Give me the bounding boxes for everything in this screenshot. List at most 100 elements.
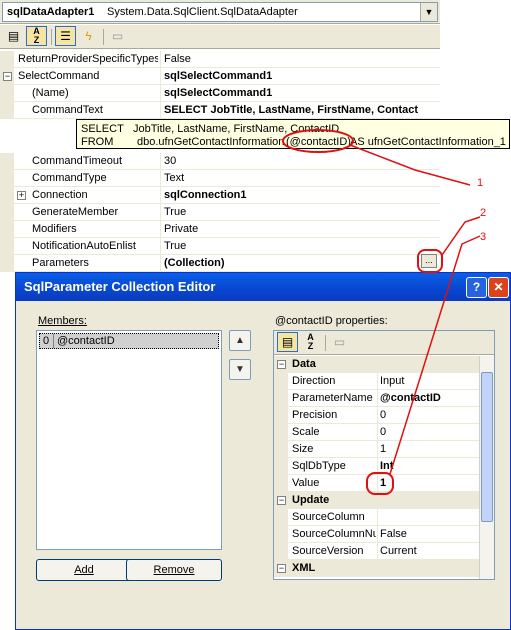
properties-icon[interactable]: ☰ (55, 26, 76, 46)
property-value[interactable]: 30 (164, 155, 438, 167)
property-category[interactable]: − Data (274, 356, 479, 373)
property-pages-icon[interactable]: ▭ (329, 332, 350, 352)
property-name: CommandType (32, 172, 107, 184)
property-row[interactable]: SourceColumn (274, 509, 479, 526)
property-name: CommandTimeout (32, 155, 123, 167)
help-button[interactable]: ? (466, 277, 487, 298)
annotation-label-1: 1 (477, 177, 483, 189)
property-name: ReturnProviderSpecificTypes (18, 53, 158, 65)
property-value[interactable]: Current (380, 545, 478, 557)
property-value[interactable]: SELECT JobTitle, LastName, FirstName, Co… (164, 104, 438, 116)
property-row[interactable]: NotificationAutoEnlist True (0, 238, 440, 255)
property-row[interactable]: Size 1 (274, 441, 479, 458)
callout-line-2 (441, 216, 481, 256)
list-item[interactable]: 0 @contactID (39, 333, 219, 349)
object-selector-bar: sqlDataAdapter1 System.Data.SqlClient.Sq… (0, 0, 440, 24)
property-value[interactable]: (Collection) (164, 257, 438, 269)
property-row[interactable]: ReturnProviderSpecificTypes False (0, 51, 440, 68)
chevron-down-icon[interactable]: ▼ (420, 3, 437, 21)
add-button[interactable]: Add (36, 559, 132, 581)
property-grid-toolbar: ▤ AZ ▭ (274, 331, 494, 355)
collapse-icon[interactable]: − (277, 564, 286, 573)
members-list[interactable]: 0 @contactID (36, 330, 222, 550)
property-name: SourceColumn (292, 511, 365, 523)
property-row[interactable]: Scale 0 (274, 424, 479, 441)
categorized-icon[interactable]: ▤ (3, 26, 24, 46)
property-name: CommandText (32, 104, 103, 116)
annotation-label-2: 2 (480, 207, 486, 219)
property-row[interactable]: ParameterName @contactID (274, 390, 479, 407)
scrollbar[interactable] (479, 356, 494, 579)
collapse-icon[interactable]: − (3, 72, 12, 81)
move-up-button[interactable]: ▲ (229, 330, 251, 351)
property-row[interactable]: SourceVersion Current (274, 543, 479, 560)
property-value[interactable]: True (164, 206, 438, 218)
property-row-parameters[interactable]: Parameters (Collection) (0, 255, 440, 272)
category-name: XML (292, 562, 316, 574)
property-name: SourceColumnNul (292, 528, 376, 540)
command-text-tooltip: SELECT JobTitle, LastName, FirstName, Co… (76, 119, 510, 149)
property-row[interactable]: Modifiers Private (0, 221, 440, 238)
property-name: GenerateMember (32, 206, 119, 218)
sql-keyword-select: SELECT (81, 123, 124, 135)
expand-icon[interactable]: + (17, 191, 26, 200)
property-row[interactable]: + Connection sqlConnection1 (0, 187, 440, 204)
property-value[interactable]: sqlConnection1 (164, 189, 438, 201)
property-name: Size (292, 443, 314, 455)
sql-select-columns: JobTitle, LastName, FirstName, ContactID (133, 123, 340, 135)
property-value[interactable]: 0 (380, 426, 478, 438)
events-icon[interactable]: ϟ (78, 26, 99, 46)
property-value[interactable]: False (380, 528, 478, 540)
property-row[interactable]: SourceColumnNul False (274, 526, 479, 543)
property-value[interactable]: 1 (380, 443, 478, 455)
categorized-icon[interactable]: ▤ (277, 332, 298, 352)
property-value[interactable]: False (164, 53, 438, 65)
property-row[interactable]: Precision 0 (274, 407, 479, 424)
move-down-button[interactable]: ▼ (229, 359, 251, 380)
collapse-icon[interactable]: − (277, 496, 286, 505)
property-row[interactable]: CommandType Text (0, 170, 440, 187)
alphabetical-icon[interactable]: AZ (300, 332, 321, 352)
close-button[interactable]: ✕ (488, 277, 509, 298)
category-name: Update (292, 494, 330, 506)
property-value[interactable]: Int (380, 460, 478, 472)
property-row[interactable]: CommandTimeout 30 (0, 153, 440, 170)
property-row[interactable]: SqlDbType Int (274, 458, 479, 475)
object-name: sqlDataAdapter1 (7, 6, 95, 18)
scrollbar-thumb[interactable] (481, 372, 493, 522)
property-value[interactable]: sqlSelectCommand1 (164, 70, 438, 82)
property-row[interactable]: (Name) sqlSelectCommand1 (0, 85, 440, 102)
collection-editor-dialog: SqlParameter Collection Editor ? ✕ Membe… (15, 272, 511, 630)
property-name: Parameters (32, 257, 89, 269)
property-value[interactable]: Private (164, 223, 438, 235)
remove-button[interactable]: Remove (126, 559, 222, 581)
sql-parameter: (@contactID) (286, 136, 351, 148)
property-value[interactable]: sqlSelectCommand1 (164, 87, 438, 99)
property-value[interactable]: @contactID (380, 392, 478, 404)
property-name: Direction (292, 375, 336, 387)
object-selector-dropdown[interactable]: sqlDataAdapter1 System.Data.SqlClient.Sq… (2, 2, 438, 22)
property-value[interactable]: 1 (380, 477, 478, 489)
ellipsis-button[interactable]: ... (421, 254, 437, 268)
property-row[interactable]: Value 1 (274, 475, 479, 492)
alphabetical-icon[interactable]: AZ (26, 26, 47, 46)
collapse-icon[interactable]: − (277, 360, 286, 369)
property-category[interactable]: − XML (274, 560, 479, 577)
property-row[interactable]: CommandText SELECT JobTitle, LastName, F… (0, 102, 440, 119)
property-row[interactable]: GenerateMember True (0, 204, 440, 221)
toolbar-separator (103, 29, 104, 45)
sql-function-name: dbo.ufnGetContactInformation (137, 136, 285, 148)
dialog-title-bar[interactable]: SqlParameter Collection Editor ? ✕ (16, 273, 510, 301)
property-row[interactable]: − SelectCommand sqlSelectCommand1 (0, 68, 440, 85)
member-index: 0 (43, 335, 50, 347)
property-value[interactable]: Input (380, 375, 478, 387)
property-pages-icon[interactable]: ▭ (107, 26, 128, 46)
property-name: SqlDbType (292, 460, 346, 472)
property-value[interactable]: 0 (380, 409, 478, 421)
properties-label: @contactID properties: (275, 315, 388, 327)
property-row[interactable]: Direction Input (274, 373, 479, 390)
property-value[interactable]: Text (164, 172, 438, 184)
properties-toolbar: ▤ AZ ☰ ϟ ▭ (0, 25, 440, 49)
property-category[interactable]: − Update (274, 492, 479, 509)
property-value[interactable]: True (164, 240, 438, 252)
